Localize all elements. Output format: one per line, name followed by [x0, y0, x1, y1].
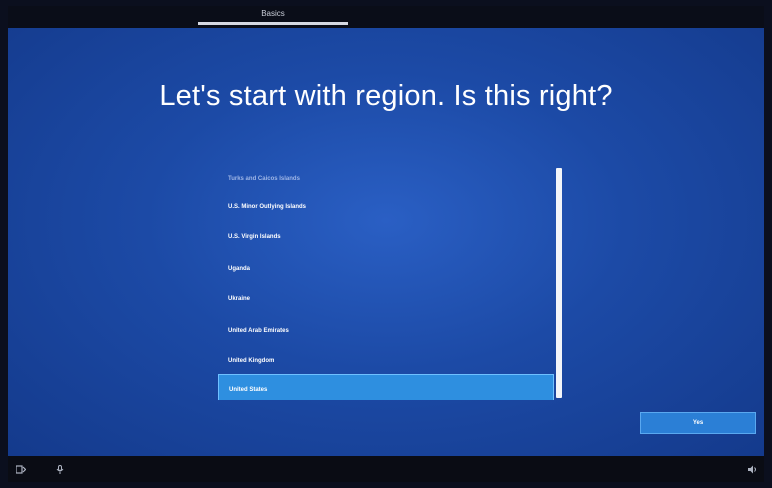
setup-step-label: Basics: [261, 9, 285, 18]
list-item-selected[interactable]: United States: [218, 374, 554, 400]
list-item[interactable]: Uganda: [218, 254, 554, 284]
taskbar: [8, 456, 764, 482]
list-item[interactable]: Ukraine: [218, 284, 554, 314]
setup-stage: Let's start with region. Is this right? …: [8, 28, 764, 456]
list-item[interactable]: United Kingdom: [218, 346, 554, 376]
yes-button[interactable]: Yes: [640, 412, 756, 434]
list-item[interactable]: U.S. Minor Outlying Islands: [218, 192, 554, 222]
region-list[interactable]: Turks and Caicos Islands U.S. Minor Outl…: [218, 164, 564, 400]
volume-icon[interactable]: [748, 465, 758, 476]
list-item[interactable]: U.S. Virgin Islands: [218, 222, 554, 252]
list-item[interactable]: Turks and Caicos Islands: [218, 164, 554, 194]
oobe-window: Basics Let's start with region. Is this …: [8, 6, 764, 482]
region-list-scrollbar[interactable]: [556, 168, 562, 398]
page-title: Let's start with region. Is this right?: [159, 80, 613, 112]
list-item[interactable]: United Arab Emirates: [218, 316, 554, 346]
ease-of-access-icon[interactable]: [15, 465, 27, 476]
setup-progress-bar: Basics: [8, 6, 764, 28]
microphone-icon[interactable]: [56, 465, 64, 476]
setup-step-progress: [198, 22, 348, 25]
